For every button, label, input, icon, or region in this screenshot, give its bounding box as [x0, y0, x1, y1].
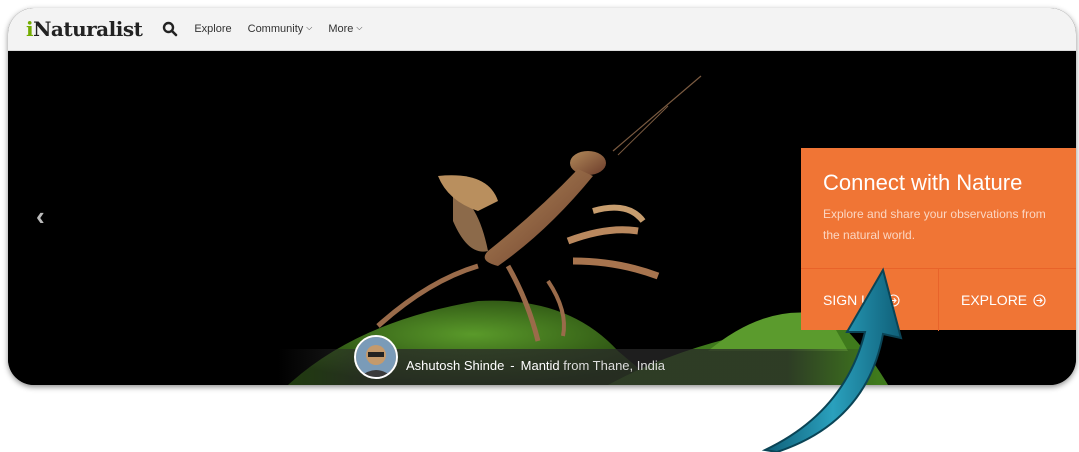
avatar[interactable]	[354, 335, 398, 379]
search-icon[interactable]	[162, 21, 178, 37]
top-navbar: iNaturalist Explore Community ⌵ More ⌵	[8, 8, 1076, 51]
nav-more-label: More	[328, 23, 354, 35]
nav-more[interactable]: More ⌵	[328, 23, 362, 35]
nav-explore-label: Explore	[194, 23, 232, 35]
browser-frame: iNaturalist Explore Community ⌵ More ⌵ ‹…	[8, 8, 1076, 385]
chevron-left-icon[interactable]: ‹	[36, 201, 45, 232]
chevron-down-icon: ⌵	[306, 23, 313, 32]
caption-location: from Thane, India	[563, 358, 665, 373]
cta-description: Explore and share your observations from…	[823, 207, 1046, 242]
caption-taxon-link[interactable]: Mantid	[521, 358, 560, 373]
caption-separator: -	[510, 358, 515, 373]
explore-label: EXPLORE	[961, 292, 1028, 308]
circle-arrow-right-icon	[1033, 293, 1046, 307]
explore-button[interactable]: EXPLORE	[938, 269, 1076, 331]
inaturalist-logo[interactable]: iNaturalist	[26, 17, 143, 41]
photo-caption: Ashutosh Shinde - Mantid from Thane, India	[406, 358, 665, 373]
annotation-arrow-icon	[761, 267, 903, 452]
nav-explore[interactable]: Explore	[194, 23, 231, 35]
chevron-down-icon: ⌵	[356, 23, 363, 32]
caption-author-link[interactable]: Ashutosh Shinde	[406, 358, 504, 373]
hero-banner: ‹ Ashutosh Shinde - Mantid from Thane, Ind…	[8, 51, 1076, 385]
nav-community[interactable]: Community ⌵	[248, 23, 313, 35]
cta-title: Connect with Nature	[823, 170, 1023, 195]
nav-community-label: Community	[247, 23, 304, 35]
logo-text: Naturalist	[33, 17, 143, 41]
